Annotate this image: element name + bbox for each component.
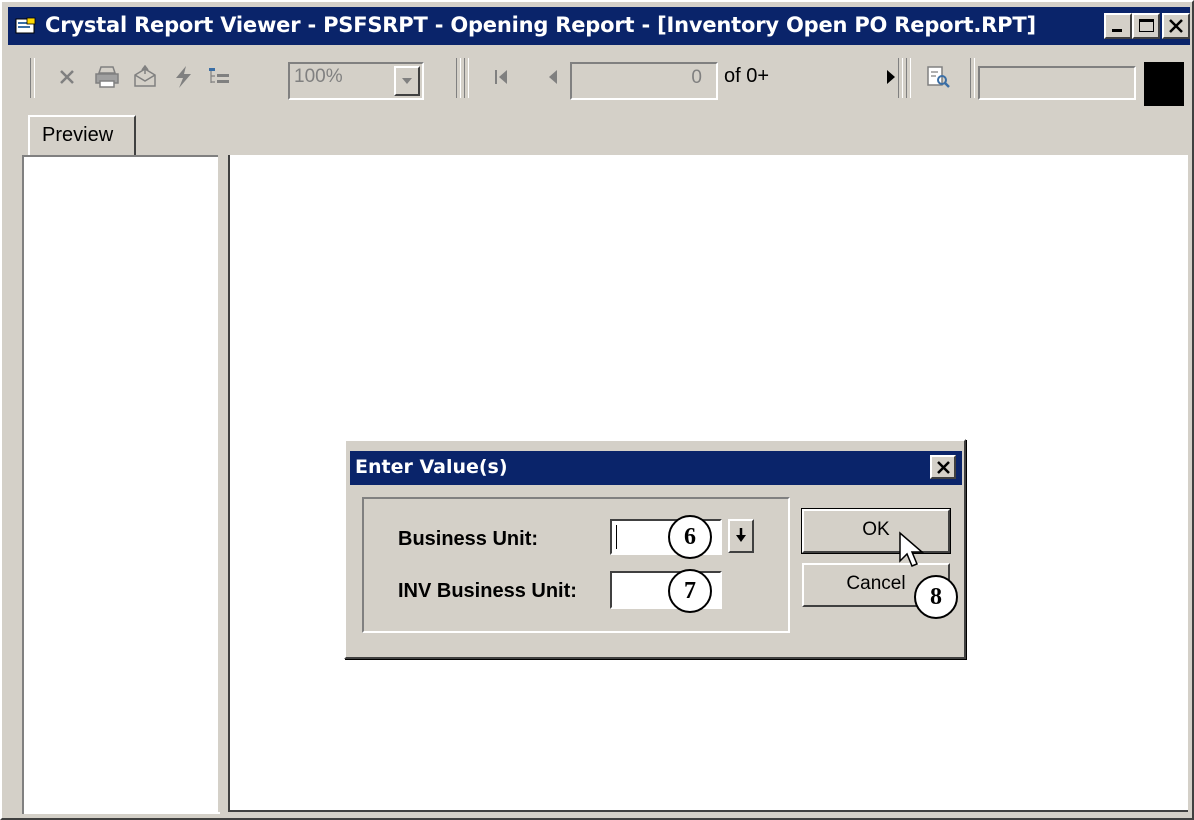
tab-preview-label: Preview <box>42 124 114 146</box>
refresh-icon <box>176 66 191 88</box>
toolbar: 100% 0 of 0+ <box>8 48 1190 116</box>
arrow-down-icon <box>736 528 746 542</box>
close-view-icon <box>60 70 74 84</box>
export-icon <box>134 65 156 87</box>
zoom-value: 100% <box>294 66 343 87</box>
window-title: Crystal Report Viewer - PSFSRPT - Openin… <box>45 13 1036 37</box>
toolbar-separator <box>464 58 469 98</box>
refresh-button[interactable] <box>168 62 198 92</box>
pane-splitter[interactable] <box>218 155 228 812</box>
print-icon <box>95 66 119 88</box>
dialog-title: Enter Value(s) <box>355 456 508 478</box>
first-page-button[interactable] <box>486 62 516 92</box>
callout-7: 7 <box>668 569 712 613</box>
toolbar-separator <box>456 58 461 98</box>
search-icon <box>927 66 950 88</box>
previous-page-icon <box>549 70 557 84</box>
search-button[interactable] <box>924 62 954 92</box>
ok-button[interactable]: OK <box>801 508 951 554</box>
enter-values-dialog: Enter Value(s) Business Unit: 6 INV Busi… <box>344 439 966 659</box>
parameter-group: Business Unit: 6 INV Business Unit: 7 <box>362 497 790 633</box>
ok-button-label: OK <box>862 519 890 540</box>
first-page-icon <box>495 70 507 84</box>
crystal-report-viewer-window: Crystal Report Viewer - PSFSRPT - Openin… <box>0 0 1194 820</box>
toolbar-separator <box>898 58 903 98</box>
close-view-button[interactable] <box>52 62 82 92</box>
maximize-icon <box>1139 19 1154 32</box>
tab-preview[interactable]: Preview <box>28 115 136 155</box>
maximize-button[interactable] <box>1132 13 1160 39</box>
close-icon <box>937 461 950 474</box>
business-unit-label: Business Unit: <box>398 528 539 550</box>
business-unit-dropdown-button[interactable] <box>728 519 754 553</box>
close-icon <box>1169 19 1183 33</box>
text-caret <box>616 525 617 549</box>
chevron-down-icon <box>402 78 412 84</box>
mouse-pointer-icon <box>899 531 924 567</box>
minimize-icon <box>1112 29 1122 32</box>
minimize-button[interactable] <box>1104 13 1132 39</box>
group-tree-toggle-icon <box>209 68 229 83</box>
search-text-input[interactable] <box>978 66 1136 100</box>
toolbar-separator <box>970 58 975 98</box>
dialog-close-button[interactable] <box>930 455 956 479</box>
group-tree-panel[interactable] <box>22 155 220 814</box>
group-tree-toggle-button[interactable] <box>204 62 234 92</box>
page-count-label: of 0+ <box>724 65 770 87</box>
export-button[interactable] <box>130 62 160 92</box>
title-bar: Crystal Report Viewer - PSFSRPT - Openin… <box>8 7 1190 45</box>
page-number-input[interactable]: 0 <box>570 62 718 100</box>
previous-page-button[interactable] <box>538 62 568 92</box>
dialog-title-bar: Enter Value(s) <box>350 451 962 485</box>
close-button[interactable] <box>1162 13 1190 39</box>
toolbar-separator <box>906 58 911 98</box>
inv-business-unit-label: INV Business Unit: <box>398 580 577 602</box>
callout-8: 8 <box>914 575 958 619</box>
zoom-select[interactable]: 100% <box>288 62 424 100</box>
callout-6: 6 <box>668 515 712 559</box>
zoom-dropdown-button[interactable] <box>394 66 420 96</box>
status-indicator <box>1144 62 1184 106</box>
print-button[interactable] <box>92 62 122 92</box>
page-number-value: 0 <box>691 67 702 88</box>
toolbar-separator <box>30 58 35 98</box>
app-icon <box>15 17 36 34</box>
